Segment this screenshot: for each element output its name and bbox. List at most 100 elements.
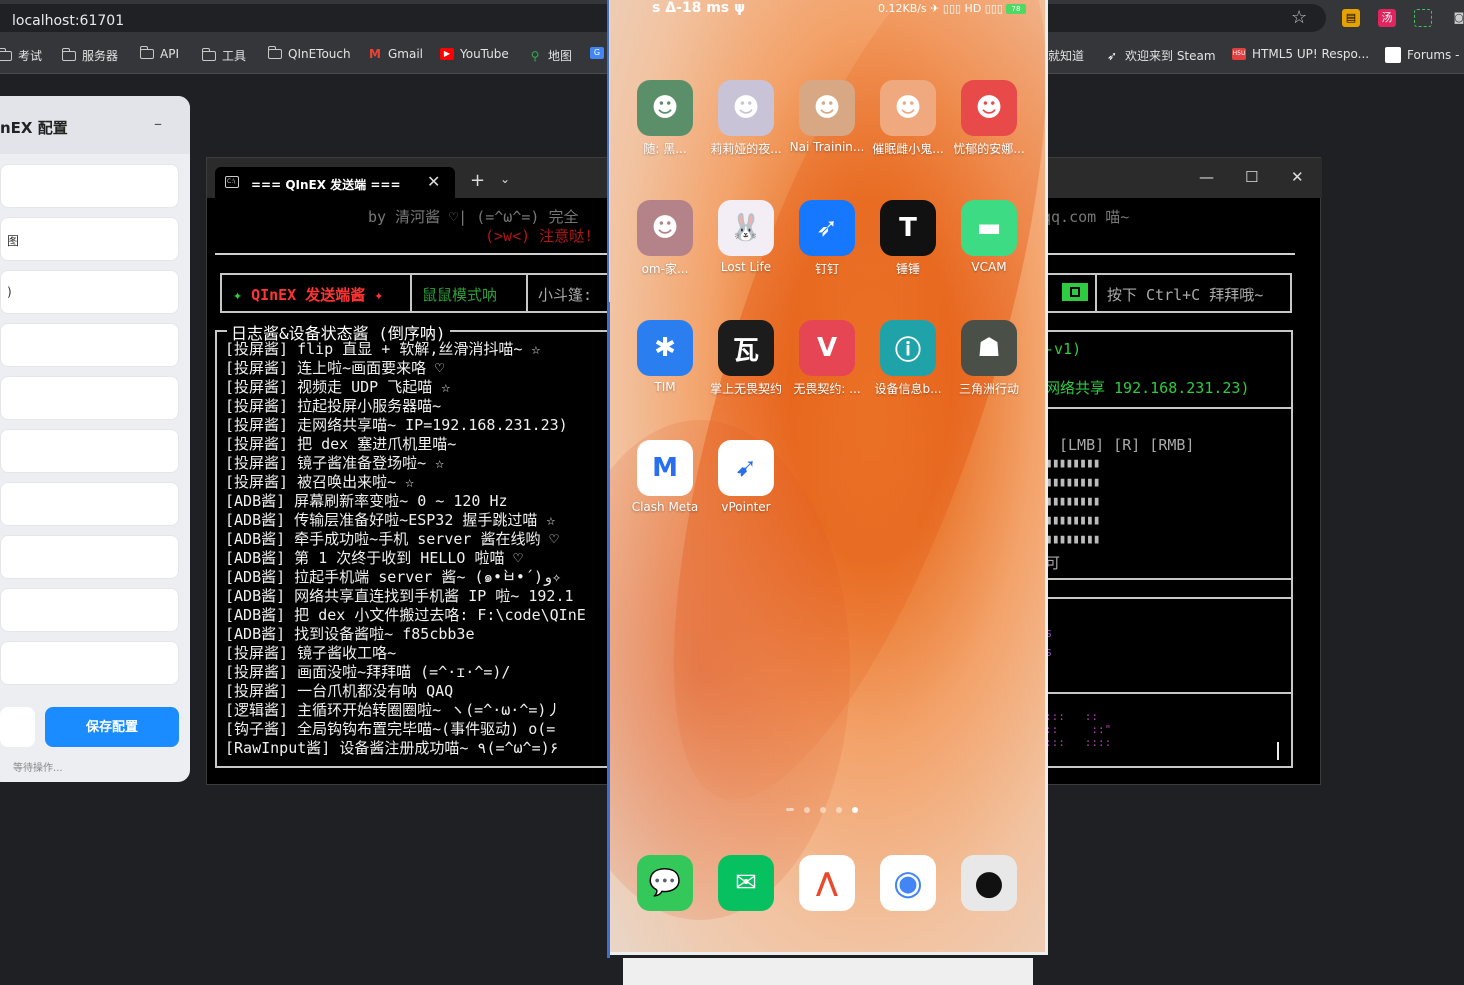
bookmark-zhidao[interactable]: 就知道 <box>1048 47 1084 64</box>
phone-screen[interactable]: s Δ-18 ms ψ 0.12KB/s ✈ ▯▯▯ HD ▯▯▯ ⚡ 78 ☻… <box>610 0 1048 955</box>
app-label: 锤锤 <box>895 262 920 276</box>
app-shortcut[interactable]: ☻ om-家... <box>625 200 705 277</box>
app-shortcut[interactable]: ➶ 钉钉 <box>787 200 867 277</box>
wechat-icon: ✉ <box>718 855 774 911</box>
dot-art: ::: :: :: ::" ::: :::: <box>1045 710 1112 749</box>
bookmark-folder-servers[interactable]: 服务器 <box>61 47 118 64</box>
bookmark-folder-api[interactable]: API <box>139 46 179 61</box>
app-shortcut[interactable]: V 无畏契约: ... <box>787 320 867 397</box>
bookmark-html5up[interactable]: H5U HTML5 UP! Respo... <box>1232 47 1369 61</box>
minimize-button[interactable]: – <box>154 114 162 133</box>
app-shortcut[interactable]: ☻ 催眠雌小鬼... <box>868 80 948 157</box>
close-tab-icon[interactable]: ✕ <box>427 172 440 191</box>
dock-app-feishu[interactable]: ⋀ <box>787 855 867 911</box>
app-shortcut[interactable]: 瓦掌上无畏契约 <box>706 320 786 397</box>
log-line: [投屏酱] 视频走 UDP 飞起喵 ☆ <box>225 378 451 396</box>
gmail-icon: M <box>369 47 381 61</box>
log-line: [投屏酱] 画面没啦~拜拜喵 (=^·ɪ·^=)/ <box>225 663 511 681</box>
page-dot[interactable] <box>804 807 810 813</box>
bookmark-folder-exam[interactable]: 考试 <box>0 47 42 64</box>
bookmark-translate[interactable]: G <box>590 47 604 59</box>
config-field-3[interactable]: ) <box>0 270 179 314</box>
app-icon: ☻ <box>961 80 1017 136</box>
version-text: -v1) <box>1045 340 1082 358</box>
bookmark-forums[interactable]: Forums - <box>1385 47 1459 63</box>
config-secondary-button[interactable] <box>0 707 35 747</box>
page-indicator-dash <box>786 808 794 811</box>
app-shortcut[interactable]: ☻ Nai Trainin... <box>787 80 867 154</box>
folder-icon <box>139 46 154 59</box>
address-bar-url[interactable]: localhost:61701 <box>12 13 124 29</box>
dock-app-messages[interactable]: 💬 <box>625 855 705 911</box>
app-shortcut[interactable]: ☗ 三角洲行动 <box>949 320 1029 397</box>
status-separator <box>526 275 528 311</box>
bookmark-label: YouTube <box>460 47 509 61</box>
config-title: nEX 配置 <box>0 119 68 137</box>
bookmark-star-icon[interactable]: ☆ <box>1291 7 1307 28</box>
bookmark-folder-qinetouch[interactable]: QInETouch <box>267 46 351 61</box>
extension-icon-2[interactable]: 汤 <box>1378 9 1396 27</box>
app-shortcut[interactable]: 🐰 Lost Life <box>706 200 786 274</box>
config-field-4[interactable] <box>0 323 179 367</box>
app-shortcut[interactable]: ▬ VCAM <box>949 200 1029 274</box>
bookmark-folder-tools[interactable]: 工具 <box>201 47 246 64</box>
terminal-tab[interactable]: C:\ === QInEX 发送端 === ✕ <box>215 167 455 198</box>
config-status-text: 等待操作... <box>13 763 63 774</box>
config-field-7[interactable] <box>0 482 179 526</box>
camera-icon: ● <box>961 855 1017 911</box>
config-field-9[interactable] <box>0 588 179 632</box>
status-cloak: 小斗篷: <box>538 286 593 304</box>
chrome-icon: ◉ <box>880 855 936 911</box>
app-shortcut[interactable]: ☻ 随: 黑... <box>625 80 705 157</box>
screenshot-extension-icon[interactable] <box>1414 9 1432 27</box>
log-panel: 日志酱&设备状态酱 (倒序呐) [投屏酱] flip 直显 + 软解,丝滑消抖喵… <box>215 320 615 768</box>
window-maximize-button[interactable]: ☐ <box>1245 168 1258 186</box>
dock-app-camera[interactable]: ● <box>949 855 1029 911</box>
bookmark-steam[interactable]: ➶ 欢迎来到 Steam <box>1105 47 1216 64</box>
dock-app-chrome[interactable]: ◉ <box>868 855 948 911</box>
app-shortcut[interactable]: M Clash Meta <box>625 440 705 514</box>
config-field-8[interactable] <box>0 535 179 579</box>
level-bars: ▮▮▮▮▮▮▮▮ ▮▮▮▮▮▮▮▮ ▮▮▮▮▮▮▮▮ ▮▮▮▮▮▮▮▮ ▮▮▮▮… <box>1045 456 1101 551</box>
app-shortcut[interactable]: ☻ 莉莉娅的夜... <box>706 80 786 157</box>
page-dot-active[interactable] <box>852 807 858 813</box>
bookmark-youtube[interactable]: ▶ YouTube <box>440 47 509 61</box>
app-label: om-家... <box>641 262 689 276</box>
bookmark-label: 欢迎来到 Steam <box>1125 49 1216 63</box>
config-field-1[interactable] <box>0 164 179 208</box>
app-icon: ☻ <box>880 80 936 136</box>
app-shortcut[interactable]: ➹ vPointer <box>706 440 786 514</box>
new-tab-button[interactable]: + <box>470 170 485 191</box>
extension-icon-1[interactable]: ▤ <box>1342 9 1360 27</box>
dock-app-wechat[interactable]: ✉ <box>706 855 786 911</box>
app-shortcut[interactable]: ☻ 忧郁的安娜... <box>949 80 1029 157</box>
save-config-button[interactable]: 保存配置 <box>45 707 179 747</box>
phone-status-bar: s Δ-18 ms ψ 0.12KB/s ✈ ▯▯▯ HD ▯▯▯ ⚡ 78 <box>610 0 1045 18</box>
bookmark-gmail[interactable]: M Gmail <box>368 47 423 61</box>
bookmark-maps[interactable]: ⚲ 地图 <box>528 47 572 64</box>
app-shortcut[interactable]: ⓘ 设备信息b... <box>868 320 948 397</box>
chevron-down-icon[interactable]: ⌄ <box>500 172 510 186</box>
log-line: [ADB酱] 找到设备酱啦~ f85cbb3e <box>225 625 475 643</box>
config-field-6[interactable] <box>0 429 179 473</box>
page-dot[interactable] <box>820 807 826 813</box>
camera-extension-icon[interactable]: ◙ <box>1450 9 1464 27</box>
app-label: 无畏契约: ... <box>793 382 861 396</box>
status-indicator-icon <box>1062 283 1088 301</box>
window-close-button[interactable]: ✕ <box>1291 168 1304 186</box>
log-line: [投屏酱] 走网络共享喵~ IP=192.168.231.23) <box>225 416 568 434</box>
page-dot[interactable] <box>836 807 842 813</box>
window-minimize-button[interactable]: — <box>1199 168 1214 186</box>
status-icons: 0.12KB/s ✈ ▯▯▯ HD ▯▯▯ ⚡ <box>878 2 1015 15</box>
console-icon: C:\ <box>225 176 239 188</box>
app-label: 随: 黑... <box>643 142 687 156</box>
app-shortcut[interactable]: ✱ TIM <box>625 320 705 394</box>
app-shortcut[interactable]: T 锤锤 <box>868 200 948 277</box>
phone-window-bottom <box>623 958 1033 985</box>
config-field-10[interactable] <box>0 641 179 685</box>
log-line: [ADB酱] 把 dex 小文件搬过去咯: F:\code\QInE <box>225 606 586 624</box>
app-icon: ▬ <box>961 200 1017 256</box>
config-field-5[interactable] <box>0 376 179 420</box>
folder-icon <box>61 47 76 61</box>
config-field-2[interactable]: 图 <box>0 217 179 261</box>
